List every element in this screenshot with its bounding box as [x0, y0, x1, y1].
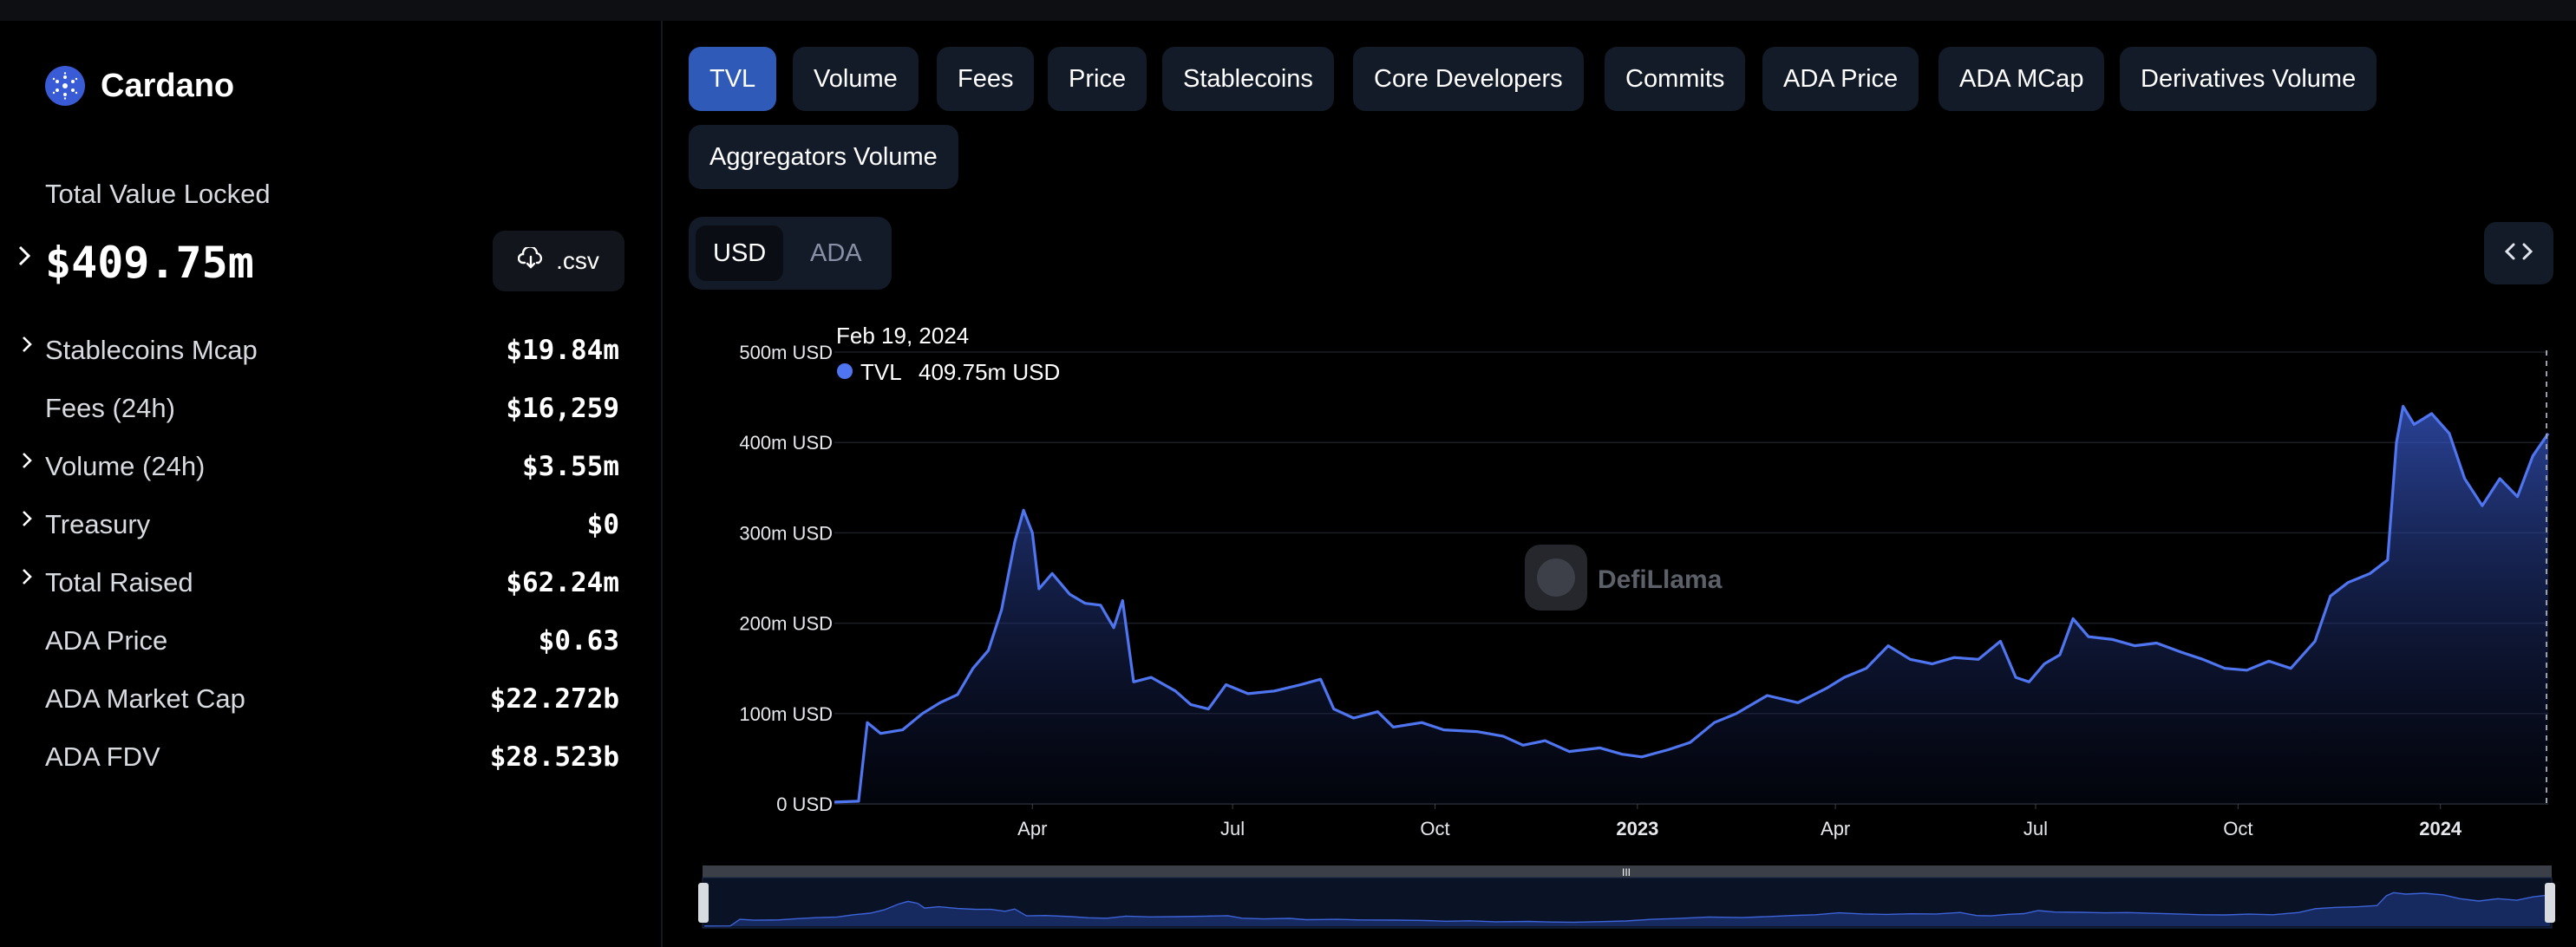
- expand-chevron-icon[interactable]: [21, 565, 33, 593]
- stat-label: Volume (24h): [45, 451, 206, 481]
- y-axis: 0 USD 100m USD 200m USD 300m USD 400m USD 500…: [739, 342, 833, 815]
- stat-row: ADA Market Cap $22.272b: [17, 678, 619, 736]
- tab-stablecoins[interactable]: Stablecoins: [1162, 47, 1334, 111]
- stat-label: ADA Price: [45, 625, 168, 656]
- window-top-bar: [0, 0, 2576, 21]
- range-handle-left[interactable]: [698, 883, 709, 923]
- x-tick-label: 2024: [2419, 818, 2462, 839]
- stat-row[interactable]: Volume (24h) $3.55m: [17, 446, 619, 504]
- x-axis: Apr Jul Oct 2023 Apr Jul Oct 2024: [1017, 804, 2462, 839]
- x-tick-label: Oct: [1420, 818, 1449, 839]
- stat-value: $0: [586, 509, 619, 540]
- stat-row[interactable]: Stablecoins Mcap $19.84m: [17, 330, 619, 388]
- stat-value: $28.523b: [489, 741, 619, 773]
- stat-value: $19.84m: [506, 335, 619, 366]
- tooltip-value: 409.75m USD: [919, 359, 1060, 385]
- tvl-summary: $409.75m .csv: [17, 229, 624, 291]
- expand-chevron-icon[interactable]: [21, 333, 33, 361]
- cardano-logo-icon: [45, 66, 85, 106]
- x-tick-label: Apr: [1821, 818, 1850, 839]
- tab-fees[interactable]: Fees: [937, 47, 1035, 111]
- unit-toggle: USD ADA: [689, 217, 892, 290]
- stat-value: $16,259: [506, 393, 619, 424]
- stat-label: Fees (24h): [45, 393, 175, 423]
- expand-chevron-icon[interactable]: [21, 449, 33, 477]
- x-tick-label: Jul: [2024, 818, 2048, 839]
- x-tick-label: Apr: [1017, 818, 1047, 839]
- stat-label: Stablecoins Mcap: [45, 335, 258, 365]
- stat-row[interactable]: Treasury $0: [17, 504, 619, 562]
- code-icon: [2503, 241, 2534, 266]
- tvl-value: $409.75m: [45, 238, 254, 288]
- defillama-watermark: DefiLlama: [1525, 545, 1723, 611]
- chain-header: Cardano: [45, 66, 234, 106]
- range-selector[interactable]: III: [698, 865, 2555, 929]
- cloud-download-icon: [517, 245, 544, 276]
- tooltip-date: Feb 19, 2024: [836, 323, 969, 349]
- range-grip-icon: III: [1622, 866, 1631, 878]
- csv-label: .csv: [556, 247, 599, 274]
- stat-label: Treasury: [45, 509, 151, 539]
- stat-value: $62.24m: [506, 567, 619, 598]
- y-tick-label: 0 USD: [776, 794, 833, 815]
- tab-commits[interactable]: Commits: [1605, 47, 1746, 111]
- range-handle-right[interactable]: [2545, 883, 2555, 923]
- y-tick-label: 200m USD: [739, 613, 833, 635]
- tab-price[interactable]: Price: [1048, 47, 1147, 111]
- stat-value: $0.63: [538, 625, 619, 656]
- tab-derivatives-volume[interactable]: Derivatives Volume: [2120, 47, 2377, 111]
- watermark-text: DefiLlama: [1598, 565, 1723, 594]
- tvl-label: Total Value Locked: [45, 179, 271, 209]
- stat-value: $3.55m: [522, 451, 619, 482]
- expand-chevron-icon[interactable]: [21, 507, 33, 535]
- tab-ada-price[interactable]: ADA Price: [1762, 47, 1919, 111]
- x-tick-label: Jul: [1220, 818, 1245, 839]
- chain-stats-list: Stablecoins Mcap $19.84m Fees (24h) $16,259…: [17, 330, 619, 794]
- unit-option-usd[interactable]: USD: [696, 225, 784, 281]
- embed-chart-button[interactable]: [2484, 222, 2553, 284]
- unit-option-ada[interactable]: ADA: [793, 225, 879, 281]
- tooltip-series-dot: [837, 363, 853, 379]
- x-tick-label: Oct: [2223, 818, 2252, 839]
- y-tick-label: 400m USD: [739, 432, 833, 454]
- y-tick-label: 300m USD: [739, 522, 833, 544]
- stat-value: $22.272b: [489, 683, 619, 715]
- chain-overview-sidebar: Cardano Total Value Locked $409.75m .csv…: [0, 21, 663, 947]
- tab-aggregators-volume[interactable]: Aggregators Volume: [689, 125, 958, 189]
- y-tick-label: 500m USD: [739, 342, 833, 363]
- chart-tooltip: Feb 19, 2024 TVL 409.75m USD: [836, 323, 1060, 385]
- chain-name: Cardano: [101, 67, 235, 104]
- tvl-chart: 0 USD 100m USD 200m USD 300m USD 400m USD 500…: [698, 323, 2555, 929]
- stat-row: Fees (24h) $16,259: [17, 388, 619, 446]
- stat-label: ADA Market Cap: [45, 683, 245, 714]
- expand-chevron-icon[interactable]: [17, 245, 31, 274]
- download-csv-button[interactable]: .csv: [493, 231, 624, 291]
- y-tick-label: 100m USD: [739, 703, 833, 725]
- stat-row: ADA FDV $28.523b: [17, 736, 619, 794]
- tab-core-developers[interactable]: Core Developers: [1353, 47, 1584, 111]
- stat-row: ADA Price $0.63: [17, 620, 619, 678]
- stat-label: Total Raised: [45, 567, 193, 598]
- stat-label: ADA FDV: [45, 741, 160, 772]
- stat-row[interactable]: Total Raised $62.24m: [17, 562, 619, 620]
- tooltip-series-name: TVL: [860, 359, 902, 385]
- x-tick-label: 2023: [1616, 818, 1658, 839]
- tab-ada-mcap[interactable]: ADA MCap: [1939, 47, 2105, 111]
- tab-volume[interactable]: Volume: [793, 47, 919, 111]
- tab-tvl[interactable]: TVL: [689, 47, 777, 111]
